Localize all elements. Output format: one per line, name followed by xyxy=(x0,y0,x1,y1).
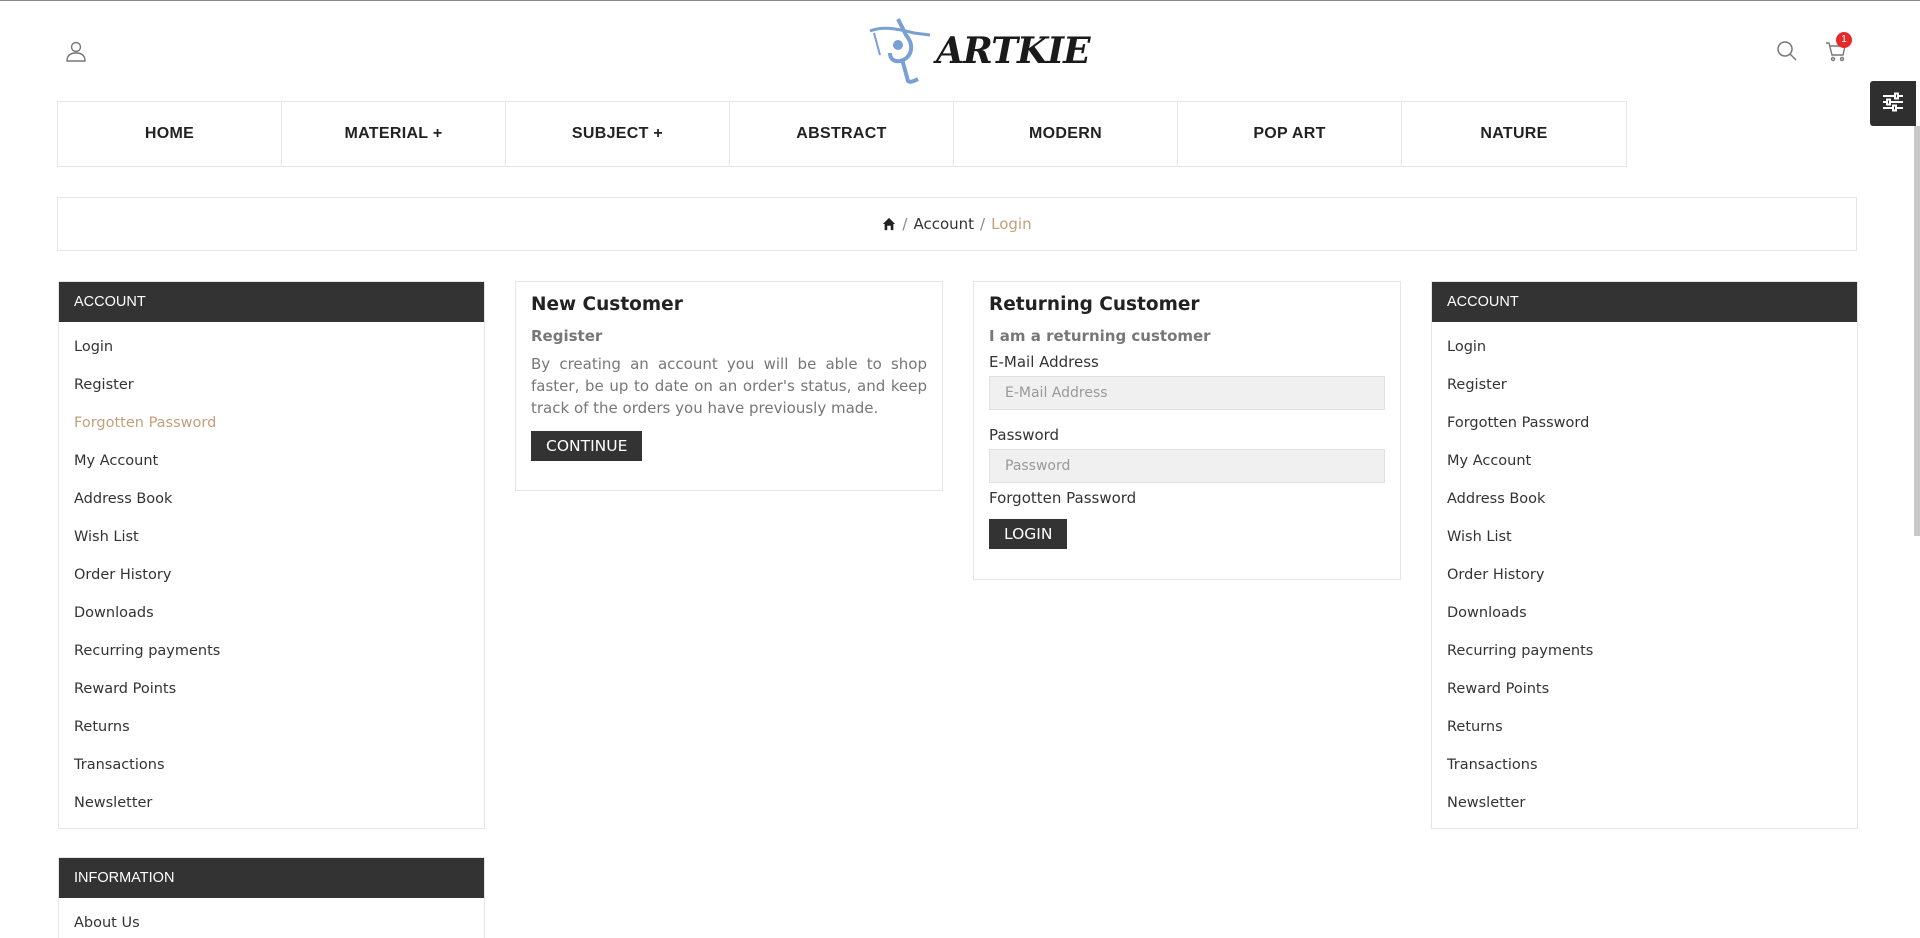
left-account-link[interactable]: Newsletter xyxy=(59,784,484,822)
right-account-link[interactable]: Register xyxy=(1432,366,1857,404)
cart-count-badge: 1 xyxy=(1836,32,1852,48)
nav-home[interactable]: HOME xyxy=(58,102,282,166)
information-box: INFORMATION About Us xyxy=(58,857,485,938)
email-label: E-Mail Address xyxy=(989,353,1099,371)
breadcrumb-current: Login xyxy=(991,215,1032,233)
right-account-box: ACCOUNT Login Register Forgotten Passwor… xyxy=(1431,281,1858,829)
right-account-link[interactable]: Login xyxy=(1432,328,1857,366)
search-icon[interactable] xyxy=(1775,39,1799,63)
right-account-link[interactable]: Recurring payments xyxy=(1432,632,1857,670)
site-header: ARTKIE 1 xyxy=(0,1,1920,101)
returning-customer-panel: Returning Customer I am a returning cust… xyxy=(973,281,1401,580)
new-customer-subtitle: Register xyxy=(531,327,603,345)
breadcrumb: / Account / Login xyxy=(57,197,1857,251)
user-icon[interactable] xyxy=(64,39,88,63)
right-account-link[interactable]: Newsletter xyxy=(1432,784,1857,822)
left-account-link[interactable]: Downloads xyxy=(59,594,484,632)
logo-text: ARTKIE xyxy=(936,30,1091,72)
left-account-link[interactable]: My Account xyxy=(59,442,484,480)
right-account-link[interactable]: Reward Points xyxy=(1432,670,1857,708)
nav-pop-art[interactable]: POP ART xyxy=(1178,102,1402,166)
left-account-heading: ACCOUNT xyxy=(59,282,484,322)
nav-nature[interactable]: NATURE xyxy=(1402,102,1626,166)
left-account-link[interactable]: Register xyxy=(59,366,484,404)
right-account-heading: ACCOUNT xyxy=(1432,282,1857,322)
right-account-link[interactable]: Wish List xyxy=(1432,518,1857,556)
left-account-box: ACCOUNT Login Register Forgotten Passwor… xyxy=(58,281,485,829)
left-account-link[interactable]: Returns xyxy=(59,708,484,746)
left-account-link[interactable]: Reward Points xyxy=(59,670,484,708)
nav-subject[interactable]: SUBJECT + xyxy=(506,102,730,166)
information-link[interactable]: About Us xyxy=(59,904,484,938)
home-icon[interactable] xyxy=(882,217,896,231)
right-account-link[interactable]: Transactions xyxy=(1432,746,1857,784)
returning-customer-title: Returning Customer xyxy=(989,294,1200,315)
new-customer-title: New Customer xyxy=(531,294,683,315)
left-account-link-active[interactable]: Forgotten Password xyxy=(59,404,484,442)
new-customer-description: By creating an account you will be able … xyxy=(531,355,927,417)
page-scrollbar[interactable] xyxy=(1914,126,1920,536)
right-account-link[interactable]: My Account xyxy=(1432,442,1857,480)
information-list: About Us xyxy=(59,898,484,938)
right-account-link[interactable]: Order History xyxy=(1432,556,1857,594)
main-nav: HOME MATERIAL + SUBJECT + ABSTRACT MODER… xyxy=(57,101,1627,167)
email-field[interactable] xyxy=(989,376,1385,410)
breadcrumb-account[interactable]: Account xyxy=(913,215,974,233)
returning-customer-subtitle: I am a returning customer xyxy=(989,327,1211,345)
sliders-icon xyxy=(1881,90,1905,118)
new-customer-panel: New Customer Register By creating an acc… xyxy=(515,281,943,491)
left-account-link[interactable]: Wish List xyxy=(59,518,484,556)
information-heading: INFORMATION xyxy=(59,858,484,898)
nav-material[interactable]: MATERIAL + xyxy=(282,102,506,166)
login-button[interactable]: LOGIN xyxy=(989,519,1068,549)
right-account-list: Login Register Forgotten Password My Acc… xyxy=(1432,322,1857,828)
breadcrumb-separator: / xyxy=(902,215,908,233)
left-account-list: Login Register Forgotten Password My Acc… xyxy=(59,322,484,828)
left-account-link[interactable]: Order History xyxy=(59,556,484,594)
continue-button[interactable]: CONTINUE xyxy=(531,431,643,461)
theme-settings-button[interactable] xyxy=(1870,81,1916,126)
left-account-link[interactable]: Address Book xyxy=(59,480,484,518)
logo-icon xyxy=(869,18,931,84)
left-account-link[interactable]: Login xyxy=(59,328,484,366)
nav-abstract[interactable]: ABSTRACT xyxy=(730,102,954,166)
forgotten-password-link[interactable]: Forgotten Password xyxy=(989,489,1385,507)
left-account-link[interactable]: Transactions xyxy=(59,746,484,784)
right-account-link[interactable]: Address Book xyxy=(1432,480,1857,518)
password-label: Password xyxy=(989,426,1060,444)
site-logo[interactable]: ARTKIE xyxy=(864,15,1091,87)
breadcrumb-separator: / xyxy=(980,215,986,233)
right-account-link[interactable]: Forgotten Password xyxy=(1432,404,1857,442)
right-account-link[interactable]: Returns xyxy=(1432,708,1857,746)
right-account-link[interactable]: Downloads xyxy=(1432,594,1857,632)
left-account-link[interactable]: Recurring payments xyxy=(59,632,484,670)
password-field[interactable] xyxy=(989,449,1385,483)
nav-modern[interactable]: MODERN xyxy=(954,102,1178,166)
